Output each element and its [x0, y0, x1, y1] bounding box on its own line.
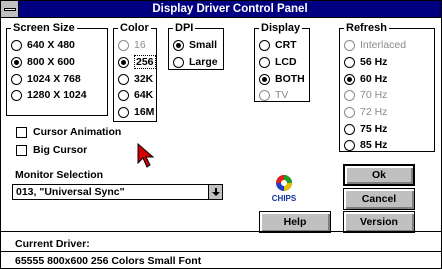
radio-selected-icon	[173, 39, 184, 51]
radio-icon	[11, 89, 22, 101]
monitor-selection-value: 013, "Universal Sync"	[16, 186, 125, 198]
display-option-tv[interactable]: TV	[259, 88, 288, 102]
radio-icon	[344, 123, 355, 135]
ok-button[interactable]: Ok	[343, 164, 415, 186]
radio-icon	[344, 56, 355, 68]
refresh-option-60hz[interactable]: 60 Hz	[344, 72, 387, 86]
color-option-256[interactable]: 256	[118, 55, 156, 69]
radio-icon	[259, 56, 270, 68]
system-menu-button[interactable]	[1, 1, 19, 17]
radio-icon	[118, 89, 129, 101]
monitor-selection-label: Monitor Selection	[15, 169, 104, 181]
color-option-64k[interactable]: 64K	[118, 88, 153, 102]
screen-size-option-1280[interactable]: 1280 X 1024	[11, 88, 87, 102]
screen-size-legend: Screen Size	[11, 21, 77, 35]
cancel-button[interactable]: Cancel	[343, 188, 415, 210]
refresh-legend: Refresh	[344, 21, 389, 35]
dpi-option-large[interactable]: Large	[173, 55, 218, 69]
radio-icon	[173, 56, 184, 68]
radio-selected-icon	[11, 56, 22, 68]
radio-icon	[344, 106, 355, 118]
refresh-group: Refresh Interlaced 56 Hz 60 Hz 70 Hz 72 …	[339, 21, 435, 152]
dpi-legend: DPI	[173, 21, 196, 35]
color-option-16m[interactable]: 16M	[118, 105, 154, 119]
refresh-option-72hz[interactable]: 72 Hz	[344, 105, 387, 119]
big-cursor-checkbox[interactable]: Big Cursor	[16, 143, 87, 157]
dpi-option-small[interactable]: Small	[173, 38, 217, 52]
radio-icon	[118, 73, 129, 85]
radio-selected-icon	[259, 73, 270, 85]
mouse-pointer-icon	[137, 143, 155, 168]
refresh-option-75hz[interactable]: 75 Hz	[344, 122, 387, 136]
refresh-option-56hz[interactable]: 56 Hz	[344, 55, 387, 69]
radio-icon	[259, 89, 270, 101]
chips-logo: CHIPS	[272, 175, 297, 203]
color-option-16[interactable]: 16	[118, 38, 146, 52]
display-option-crt[interactable]: CRT	[259, 38, 297, 52]
display-option-lcd[interactable]: LCD	[259, 55, 297, 69]
color-legend: Color	[118, 21, 151, 35]
display-option-both[interactable]: BOTH	[259, 72, 305, 86]
screen-size-option-640[interactable]: 640 X 480	[11, 38, 75, 52]
svg-text:CHIPS: CHIPS	[272, 194, 297, 203]
radio-icon	[259, 39, 270, 51]
help-button[interactable]: Help	[259, 211, 331, 233]
color-group: Color 16 256 32K 64K 16M	[113, 21, 157, 122]
radio-icon	[344, 139, 355, 151]
version-button[interactable]: Version	[343, 211, 415, 233]
current-driver-label: Current Driver:	[15, 238, 90, 250]
display-legend: Display	[259, 21, 303, 35]
radio-icon	[11, 39, 22, 51]
radio-icon	[344, 89, 355, 101]
radio-icon	[11, 73, 22, 85]
radio-icon	[344, 39, 355, 51]
radio-icon	[118, 106, 129, 118]
chevron-down-icon	[211, 187, 220, 196]
title-bar: Display Driver Control Panel	[1, 1, 441, 18]
screen-size-group: Screen Size 640 X 480 800 X 600 1024 X 7…	[6, 21, 108, 116]
system-menu-icon	[4, 8, 16, 11]
monitor-selection-dropdown[interactable]: 013, "Universal Sync"	[12, 184, 223, 200]
screen-size-option-1024[interactable]: 1024 X 768	[11, 72, 81, 86]
window-title: Display Driver Control Panel	[152, 3, 308, 15]
color-option-32k[interactable]: 32K	[118, 72, 153, 86]
refresh-option-interlaced[interactable]: Interlaced	[344, 38, 406, 52]
screen-size-option-800[interactable]: 800 X 600	[11, 55, 75, 69]
status-divider	[1, 231, 441, 232]
refresh-option-85hz[interactable]: 85 Hz	[344, 138, 387, 152]
display-driver-window: Display Driver Control Panel Screen Size…	[0, 0, 442, 269]
checkbox-icon	[16, 144, 27, 156]
radio-icon	[118, 39, 129, 51]
dropdown-arrow-button[interactable]	[208, 185, 222, 199]
current-driver-value: 65555 800x600 256 Colors Small Font	[15, 255, 202, 267]
checkbox-icon	[16, 126, 27, 138]
cursor-animation-checkbox[interactable]: Cursor Animation	[16, 125, 121, 139]
radio-selected-icon	[118, 56, 129, 68]
dpi-group: DPI Small Large	[168, 21, 224, 70]
status-divider-2	[1, 251, 441, 252]
display-group: Display CRT LCD BOTH TV	[254, 21, 310, 102]
radio-selected-icon	[344, 73, 355, 85]
refresh-option-70hz[interactable]: 70 Hz	[344, 88, 387, 102]
